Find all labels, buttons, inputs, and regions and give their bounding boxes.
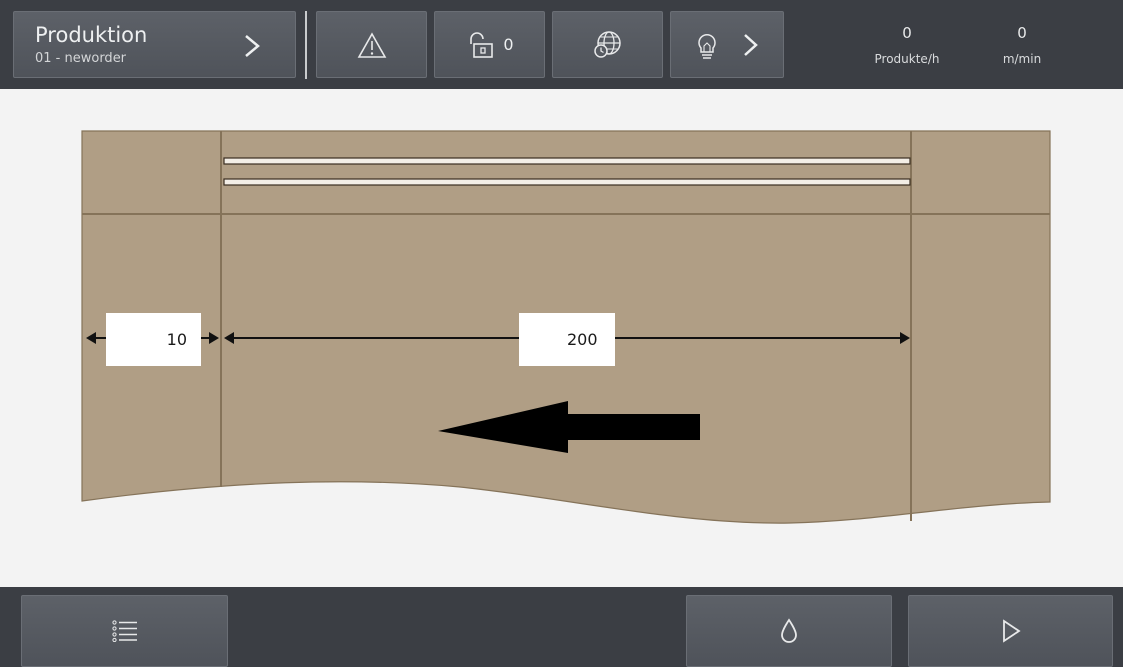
line-speed-label: m/min: [1002, 52, 1042, 66]
margin-value-field[interactable]: 10: [106, 313, 201, 366]
list-button[interactable]: [21, 595, 228, 667]
list-icon: [111, 620, 137, 642]
production-button[interactable]: Produktion 01 - neworder: [13, 11, 296, 78]
width-value-field[interactable]: 200: [519, 313, 615, 366]
chevron-right-icon: [744, 33, 758, 56]
production-order: 01 - neworder: [35, 51, 127, 66]
drop-button[interactable]: [686, 595, 892, 667]
bottom-bar: [0, 587, 1123, 667]
line-speed-stat: 0 m/min: [982, 24, 1062, 66]
toolbar-divider: [305, 11, 307, 79]
chevron-right-icon: [245, 35, 260, 57]
top-bar: Produktion 01 - neworder 0 0 Produkte/h …: [0, 0, 1123, 89]
production-diagram-area: 10 200: [0, 89, 1123, 587]
globe-clock-icon: [593, 30, 621, 58]
lock-button[interactable]: 0: [434, 11, 545, 78]
warning-button[interactable]: [316, 11, 427, 78]
lock-count: 0: [503, 35, 514, 54]
production-rate-stat: 0 Produkte/h: [862, 24, 952, 66]
play-button[interactable]: [908, 595, 1113, 667]
drop-icon: [781, 618, 797, 643]
line-speed-value: 0: [1017, 24, 1027, 42]
lightbulb-icon: [698, 33, 716, 59]
play-icon: [1002, 619, 1021, 643]
upper-rail-2: [223, 178, 911, 186]
warning-triangle-icon: [357, 31, 386, 58]
production-rate-value: 0: [902, 24, 912, 42]
lightbulb-button[interactable]: [670, 11, 784, 78]
globe-button[interactable]: [552, 11, 663, 78]
unlock-icon: [470, 31, 494, 58]
production-rate-label: Produkte/h: [874, 52, 940, 66]
upper-rail-1: [223, 157, 911, 165]
production-title: Produktion: [35, 23, 148, 47]
